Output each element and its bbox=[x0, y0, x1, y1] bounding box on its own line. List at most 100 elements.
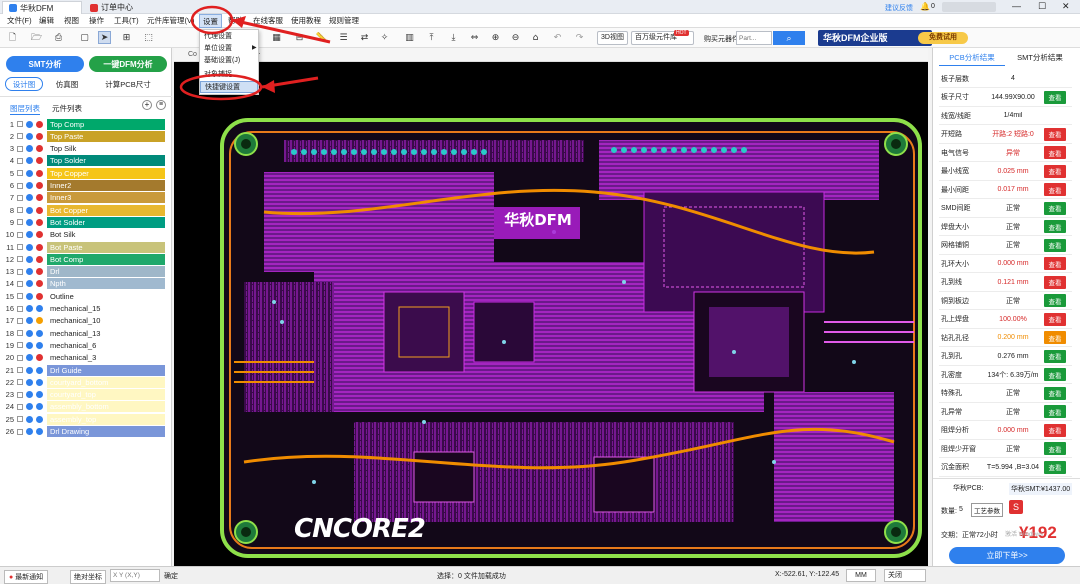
menu-help[interactable]: 帮助 bbox=[225, 14, 246, 28]
layer-color-dot[interactable] bbox=[36, 120, 43, 128]
layer-row[interactable]: 20 mechanical_3 bbox=[4, 352, 168, 364]
view-button[interactable]: 查看 bbox=[1044, 442, 1066, 455]
layer-row[interactable]: 8 Bot Copper bbox=[4, 204, 168, 216]
layer-color-dot[interactable] bbox=[36, 169, 43, 177]
undo-icon[interactable]: ↶ bbox=[551, 31, 564, 44]
layer-color-dot[interactable] bbox=[36, 182, 43, 189]
layer-checkbox[interactable] bbox=[17, 170, 23, 177]
pcb-canvas[interactable]: 华秋DFM CNCORE2 bbox=[174, 62, 928, 566]
layer-checkbox[interactable] bbox=[17, 342, 23, 349]
layer-row[interactable]: 3 Top Silk bbox=[4, 143, 168, 155]
news-button[interactable]: ● 最新通知 bbox=[4, 570, 49, 584]
eye-icon[interactable] bbox=[26, 182, 33, 189]
compass-icon[interactable]: ✧ bbox=[378, 31, 391, 44]
layer-checkbox[interactable] bbox=[17, 305, 23, 312]
smt-price-tab[interactable]: 华秋SMT:¥1437.00 bbox=[1009, 483, 1073, 495]
view-button[interactable]: 查看 bbox=[1044, 312, 1066, 326]
tab-pcb-result[interactable]: PCB分析结果 bbox=[939, 52, 1005, 66]
layer-row[interactable]: 22 courtyard_bottom bbox=[4, 376, 168, 388]
layer-color-dot[interactable] bbox=[36, 341, 43, 349]
tab-simulation[interactable]: 仿真图 bbox=[48, 77, 86, 91]
layer-checkbox[interactable] bbox=[17, 207, 23, 214]
eye-icon[interactable] bbox=[26, 280, 33, 288]
layer-row[interactable]: 4 Top Solder bbox=[4, 155, 168, 167]
pcb-price-tab[interactable]: 华秋PCB: bbox=[953, 483, 983, 493]
eye-icon[interactable] bbox=[26, 317, 33, 325]
ruler-icon[interactable]: 📏 bbox=[315, 31, 328, 44]
layer-checkbox[interactable] bbox=[17, 145, 23, 152]
view-button[interactable]: 查看 bbox=[1044, 275, 1066, 289]
view-button[interactable]: 查看 bbox=[1044, 164, 1066, 178]
eye-icon[interactable] bbox=[26, 255, 33, 263]
layer-row[interactable]: 6 Inner2 bbox=[4, 180, 168, 192]
snap-select[interactable]: 关闭 bbox=[884, 569, 926, 582]
menu-unit-settings[interactable]: 单位设置 bbox=[200, 43, 258, 55]
layer-row[interactable]: 16 mechanical_15 bbox=[4, 303, 168, 315]
layer-color-dot[interactable] bbox=[36, 268, 43, 276]
grid-icon[interactable]: ▦ bbox=[270, 31, 283, 44]
view-button[interactable]: 查看 bbox=[1044, 368, 1066, 381]
layer-checkbox[interactable] bbox=[17, 219, 23, 226]
layer-row[interactable]: 2 Top Paste bbox=[4, 130, 168, 142]
layer-checkbox[interactable] bbox=[17, 133, 23, 140]
layer-color-dot[interactable] bbox=[36, 354, 43, 362]
eye-icon[interactable] bbox=[26, 391, 33, 399]
layer-checkbox[interactable] bbox=[17, 244, 23, 250]
part-search-input[interactable] bbox=[736, 31, 772, 45]
tab-component-list[interactable]: 元件列表 bbox=[52, 103, 82, 114]
user-name[interactable] bbox=[942, 2, 996, 12]
eye-icon[interactable] bbox=[26, 341, 33, 349]
menu-settings[interactable]: 设置 bbox=[199, 14, 222, 28]
layer-checkbox[interactable] bbox=[17, 194, 23, 201]
layer-color-dot[interactable] bbox=[36, 218, 43, 226]
layer-row[interactable]: 14 Npth bbox=[4, 278, 168, 290]
layer-color-dot[interactable] bbox=[36, 280, 43, 288]
layer-row[interactable]: 18 mechanical_13 bbox=[4, 327, 168, 339]
move-up-icon[interactable]: ⤒ bbox=[425, 31, 438, 44]
layer-checkbox[interactable] bbox=[17, 391, 23, 398]
unit-select[interactable]: MM bbox=[846, 569, 876, 582]
layer-checkbox[interactable] bbox=[17, 121, 23, 127]
eye-icon[interactable] bbox=[26, 354, 33, 362]
feedback-link[interactable]: 建议反馈 bbox=[885, 3, 913, 13]
layer-checkbox[interactable] bbox=[17, 317, 23, 324]
tab-smt-result[interactable]: SMT分析结果 bbox=[1007, 52, 1073, 66]
coord-input[interactable] bbox=[110, 569, 160, 582]
arrows-h-icon[interactable]: ⇔ bbox=[468, 31, 481, 44]
layer-color-dot[interactable] bbox=[36, 366, 43, 374]
view-button[interactable]: 查看 bbox=[1044, 183, 1066, 196]
layer-row[interactable]: 12 Bot Comp bbox=[4, 253, 168, 265]
brand-banner[interactable]: 华秋DFM企业版 bbox=[818, 30, 932, 46]
layer-color-dot[interactable] bbox=[36, 157, 43, 165]
layer-checkbox[interactable] bbox=[17, 256, 23, 263]
select-icon[interactable]: ▢ bbox=[78, 31, 91, 44]
confirm-button[interactable]: 确定 bbox=[164, 571, 178, 581]
layer-color-dot[interactable] bbox=[36, 378, 43, 386]
eye-icon[interactable] bbox=[26, 218, 33, 226]
eye-icon[interactable] bbox=[26, 268, 33, 276]
eye-icon[interactable] bbox=[26, 378, 33, 386]
layer-color-dot[interactable] bbox=[36, 132, 43, 140]
layer-row[interactable]: 1 Top Comp bbox=[4, 118, 168, 130]
smt-analysis-button[interactable]: SMT分析 bbox=[6, 56, 84, 72]
tab-orders[interactable]: 订单中心 bbox=[84, 1, 164, 14]
menu-tools[interactable]: 工具(T) bbox=[111, 14, 142, 28]
layer-checkbox[interactable] bbox=[17, 182, 23, 189]
layer-row[interactable]: 17 mechanical_10 bbox=[4, 315, 168, 327]
menu-rules[interactable]: 规则管理 bbox=[326, 14, 362, 28]
eye-icon[interactable] bbox=[26, 231, 33, 239]
process-params-button[interactable]: 工艺参数 bbox=[971, 503, 1003, 517]
eye-icon[interactable] bbox=[26, 157, 33, 165]
open-folder-icon[interactable]: 🗁 bbox=[30, 31, 43, 44]
layer-row[interactable]: 10 Bot Silk bbox=[4, 229, 168, 241]
view-button[interactable]: 查看 bbox=[1044, 405, 1066, 418]
view-button[interactable]: 查看 bbox=[1044, 220, 1066, 233]
order-now-button[interactable]: 立即下单>> bbox=[949, 547, 1065, 564]
zoom-in-icon[interactable]: ⊕ bbox=[489, 31, 502, 44]
tab-dfm[interactable]: 华秋DFM bbox=[2, 1, 82, 14]
layers-icon[interactable]: ☰ bbox=[337, 31, 350, 44]
view-button[interactable]: 查看 bbox=[1044, 146, 1066, 159]
search-icon[interactable]: ⌕ bbox=[773, 31, 805, 45]
eye-icon[interactable] bbox=[26, 305, 33, 312]
layer-checkbox[interactable] bbox=[17, 428, 23, 435]
